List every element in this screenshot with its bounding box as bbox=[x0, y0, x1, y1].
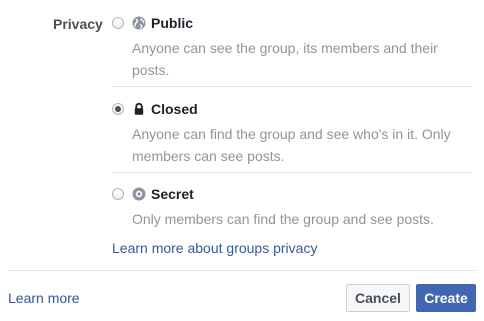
privacy-option-public[interactable]: Public Anyone can see the group, its mem… bbox=[112, 15, 472, 78]
create-button[interactable]: Create bbox=[416, 284, 476, 312]
secret-circle-icon bbox=[132, 187, 146, 201]
cancel-button[interactable]: Cancel bbox=[346, 284, 410, 312]
learn-more-privacy-link[interactable]: Learn more about groups privacy bbox=[112, 240, 317, 256]
option-description: Anyone can see the group, its members an… bbox=[132, 40, 438, 78]
radio-secret[interactable] bbox=[112, 188, 124, 200]
option-title: Secret bbox=[151, 186, 194, 202]
radio-public[interactable] bbox=[112, 17, 124, 29]
learn-more-link[interactable]: Learn more bbox=[8, 290, 80, 306]
option-title: Closed bbox=[151, 101, 198, 117]
privacy-option-secret[interactable]: Secret Only members can find the group a… bbox=[112, 186, 472, 227]
lock-icon bbox=[132, 102, 146, 116]
divider bbox=[112, 86, 472, 87]
footer-divider bbox=[8, 270, 476, 271]
privacy-label: Privacy bbox=[53, 16, 103, 32]
radio-closed[interactable] bbox=[112, 103, 124, 115]
option-description: Only members can find the group and see … bbox=[132, 211, 434, 227]
privacy-option-closed[interactable]: Closed Anyone can find the group and see… bbox=[112, 101, 472, 164]
option-description: Anyone can find the group and see who's … bbox=[132, 126, 451, 164]
globe-icon bbox=[132, 16, 146, 30]
option-title: Public bbox=[151, 15, 194, 31]
divider bbox=[112, 172, 472, 173]
